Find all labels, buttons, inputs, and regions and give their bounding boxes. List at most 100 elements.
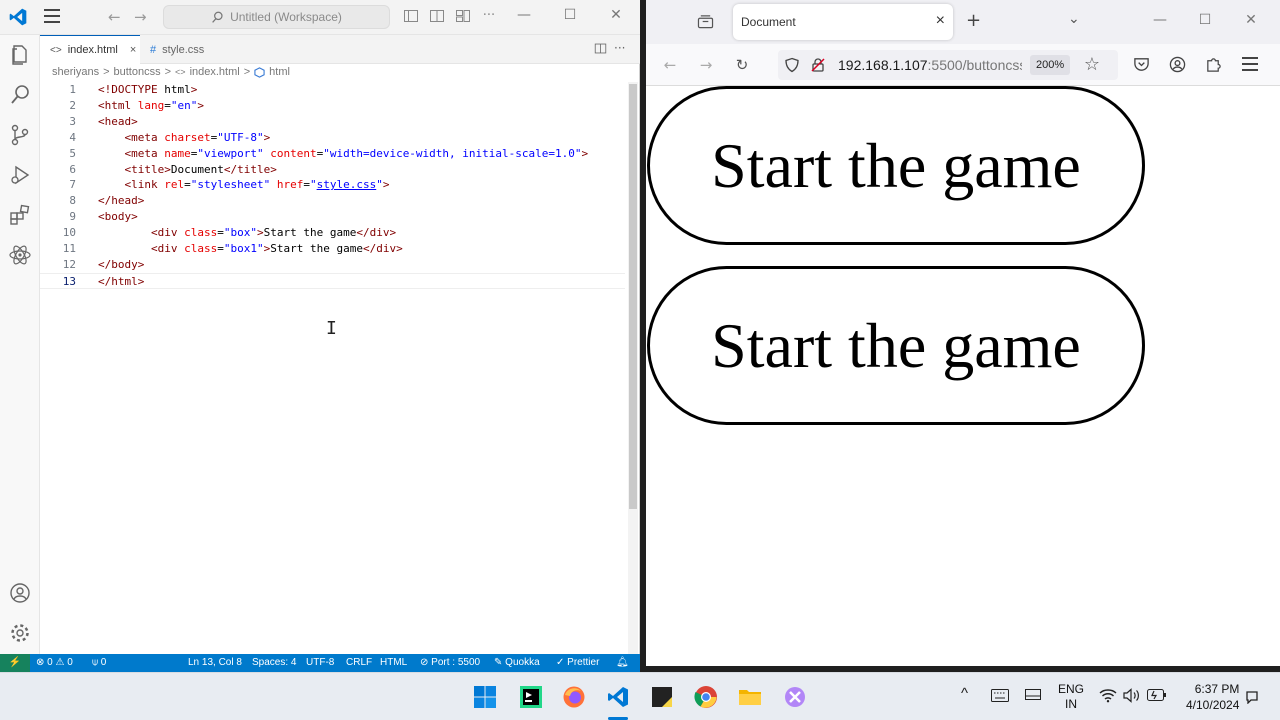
minimize-icon[interactable]: — <box>1150 12 1170 28</box>
tab-style-css[interactable]: # style.css <box>140 35 236 64</box>
display-icon[interactable] <box>1025 689 1041 702</box>
start-game-button[interactable]: Start the game <box>647 86 1145 245</box>
forward-arrow-icon[interactable]: → <box>134 8 147 26</box>
run-debug-icon[interactable] <box>8 163 32 187</box>
problems-indicator[interactable]: ⊗ 0 ⚠ 0 <box>36 654 73 672</box>
firefox-icon[interactable] <box>562 685 586 709</box>
chevron-down-icon[interactable]: ⌄ <box>1068 11 1080 27</box>
code-line[interactable]: 12 </body> <box>40 257 625 273</box>
tab-list-icon[interactable] <box>697 14 714 29</box>
command-center-search[interactable]: Untitled (Workspace) <box>163 5 390 29</box>
vscode-logo-icon <box>9 8 27 26</box>
language-mode[interactable]: HTML <box>380 654 407 672</box>
battery-icon[interactable] <box>1147 689 1167 701</box>
app-menu-icon[interactable] <box>1242 57 1258 71</box>
minimize-icon[interactable]: — <box>514 7 534 23</box>
back-arrow-icon[interactable]: ← <box>660 56 680 74</box>
end-of-line[interactable]: CRLF <box>346 654 372 672</box>
code-line[interactable]: 1 <!DOCTYPE html> <box>40 82 625 98</box>
breadcrumb-item[interactable]: buttoncss <box>114 66 161 78</box>
code-line[interactable]: 5 <meta name="viewport" content="width=d… <box>40 146 625 162</box>
menu-icon[interactable] <box>44 9 62 25</box>
gear-icon[interactable] <box>8 621 32 645</box>
customize-layout-icon[interactable] <box>455 8 471 24</box>
pycharm-icon[interactable] <box>519 685 543 709</box>
ports-indicator[interactable]: ⍦ 0 <box>92 654 106 672</box>
code-line[interactable]: 2 <html lang="en"> <box>40 98 625 114</box>
code-editor[interactable]: 1 <!DOCTYPE html> 2 <html lang="en"> 3 <head>… <box>40 82 630 652</box>
code-text: <title>Document</title> <box>124 162 277 176</box>
code-line[interactable]: 8 </head> <box>40 193 625 209</box>
source-control-icon[interactable] <box>8 123 32 147</box>
account-icon[interactable] <box>1169 56 1186 73</box>
prettier-status[interactable]: ✓ Prettier <box>556 654 599 672</box>
back-arrow-icon[interactable]: ← <box>108 8 121 26</box>
insecure-lock-icon[interactable] <box>810 57 826 73</box>
windows-start-icon[interactable] <box>473 685 497 709</box>
encoding[interactable]: UTF-8 <box>306 654 334 672</box>
input-language[interactable]: ENG IN <box>1058 682 1084 712</box>
chevron-up-icon[interactable]: ^ <box>961 685 968 702</box>
close-tab-icon[interactable]: × <box>130 44 136 56</box>
new-tab-button[interactable]: + <box>966 10 981 31</box>
search-icon[interactable] <box>8 83 32 107</box>
breadcrumb: sheriyans > buttoncss > <> index.html > … <box>52 66 290 78</box>
indentation[interactable]: Spaces: 4 <box>252 654 296 672</box>
wifi-icon[interactable] <box>1099 688 1117 703</box>
quokka-status[interactable]: ✎ Quokka <box>494 654 540 672</box>
extensions-icon[interactable] <box>1205 56 1222 73</box>
cursor-position[interactable]: Ln 13, Col 8 <box>188 654 242 672</box>
react-extension-icon[interactable] <box>8 243 32 267</box>
code-line[interactable]: 4 <meta charset="UTF-8"> <box>40 130 625 146</box>
snipping-tool-icon[interactable] <box>783 685 807 709</box>
file-explorer-icon[interactable] <box>738 685 762 709</box>
language-code: ENG <box>1058 682 1085 696</box>
code-line[interactable]: 3 <head> <box>40 114 625 130</box>
scrollbar-thumb[interactable] <box>629 84 637 509</box>
pocket-icon[interactable] <box>1133 56 1150 73</box>
system-clock[interactable]: 6:37 PM 4/10/2024 <box>1186 681 1239 713</box>
breadcrumb-item[interactable]: sheriyans <box>52 66 99 78</box>
address-bar[interactable]: 192.168.1.107:5500/buttoncss/ 200% <box>778 50 1118 80</box>
bell-icon[interactable]: 🔔︎ <box>616 654 629 672</box>
code-line[interactable]: 13 </html> <box>40 272 625 289</box>
toggle-panel-icon[interactable] <box>429 8 445 24</box>
breadcrumb-separator: > <box>103 66 110 78</box>
code-line[interactable]: 7 <link rel="stylesheet" href="style.css… <box>40 177 625 193</box>
reload-icon[interactable]: ↻ <box>732 56 752 74</box>
tab-index-html[interactable]: <> index.html × <box>40 35 140 64</box>
accounts-icon[interactable] <box>8 581 32 605</box>
close-icon[interactable]: ✕ <box>606 7 626 23</box>
maximize-icon[interactable]: ☐ <box>560 7 580 23</box>
breadcrumb-separator: > <box>243 66 251 78</box>
code-line[interactable]: 11 <div class="box1">Start the game</div… <box>40 241 625 257</box>
toggle-sidebar-icon[interactable] <box>403 8 419 24</box>
forward-arrow-icon[interactable]: → <box>696 56 716 74</box>
zoom-indicator[interactable]: 200% <box>1030 55 1071 75</box>
keyboard-icon[interactable] <box>991 689 1009 702</box>
volume-icon[interactable] <box>1123 688 1141 703</box>
vscode-taskbar-icon[interactable] <box>606 685 630 709</box>
sticky-notes-icon[interactable] <box>650 685 674 709</box>
close-icon[interactable]: × <box>936 12 945 30</box>
more-actions-icon[interactable]: ··· <box>614 41 625 55</box>
code-line[interactable]: 9 <body> <box>40 209 625 225</box>
explorer-icon[interactable] <box>8 43 32 67</box>
extensions-icon[interactable] <box>8 203 32 227</box>
chrome-icon[interactable] <box>694 685 718 709</box>
notification-icon[interactable] <box>1245 690 1259 704</box>
breadcrumb-item[interactable]: index.html <box>190 66 240 78</box>
maximize-icon[interactable]: ☐ <box>1195 12 1215 28</box>
close-icon[interactable]: ✕ <box>1241 12 1261 28</box>
breadcrumb-item[interactable]: html <box>269 66 290 78</box>
split-editor-icon[interactable] <box>594 42 607 55</box>
bookmark-star-icon[interactable]: ☆ <box>1082 54 1102 75</box>
code-line[interactable]: 6 <title>Document</title> <box>40 162 625 178</box>
live-server-port[interactable]: ⊘ Port : 5500 <box>420 654 480 672</box>
start-game-button[interactable]: Start the game <box>647 266 1145 425</box>
code-line[interactable]: 10 <div class="box">Start the game</div> <box>40 225 625 241</box>
browser-tab[interactable]: Document × <box>733 4 953 40</box>
remote-icon[interactable]: ⚡ <box>0 654 30 672</box>
more-actions-icon[interactable]: ··· <box>481 8 497 24</box>
shield-icon[interactable] <box>784 57 800 73</box>
